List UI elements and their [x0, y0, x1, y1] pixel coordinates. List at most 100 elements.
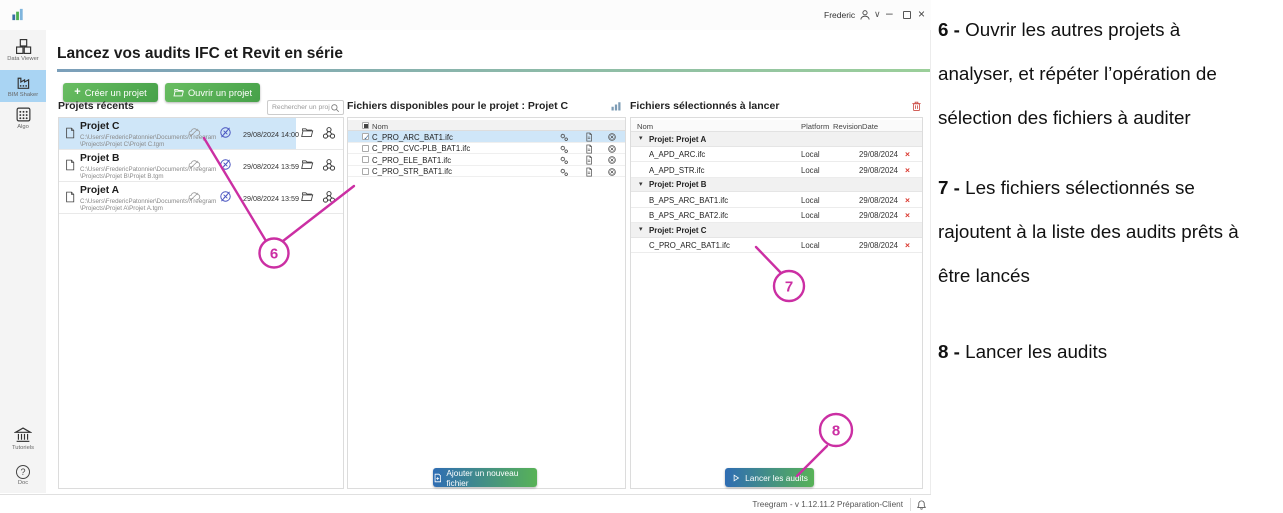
selected-file-row[interactable]: B_APS_ARC_BAT1.ifc Local 29/08/2024 × [631, 192, 922, 208]
project-search[interactable] [267, 100, 344, 115]
gear-circle-icon[interactable] [607, 132, 617, 142]
selected-file-row[interactable]: B_APS_ARC_BAT2.ifc Local 29/08/2024 × [631, 208, 922, 224]
file-icon [64, 190, 76, 204]
group-row-projet-c[interactable]: ▾ Projet: Projet C [631, 223, 922, 238]
cloud-off-icon[interactable] [187, 159, 201, 171]
search-input[interactable] [268, 104, 330, 111]
document-icon[interactable] [584, 132, 594, 142]
sidebar-item-tutoriels[interactable]: Tutoriels [0, 427, 46, 451]
stats-icon[interactable] [610, 100, 622, 112]
document-icon[interactable] [584, 167, 594, 177]
factory-icon [15, 74, 32, 91]
file-row[interactable]: C_PRO_ELE_BAT1.ifc [348, 154, 625, 166]
gears-icon[interactable] [559, 167, 569, 177]
sync-off-icon[interactable] [219, 158, 232, 171]
sync-off-icon[interactable] [219, 190, 232, 203]
cloud-off-icon[interactable] [187, 127, 201, 139]
grid-icon [15, 106, 32, 123]
remove-file-icon[interactable]: × [905, 240, 910, 250]
selected-panel-title: Fichiers sélectionnés à lancer [630, 100, 779, 112]
trash-icon[interactable] [911, 100, 922, 112]
collapse-arrow-icon[interactable]: ▾ [639, 180, 643, 188]
status-divider [910, 498, 911, 511]
open-folder-icon[interactable] [300, 190, 314, 203]
gears-icon[interactable] [559, 155, 569, 165]
project-row-c[interactable]: Projet C C:\Users\FredericPatonnier\Docu… [59, 118, 343, 150]
group-row-projet-a[interactable]: ▾ Projet: Projet A [631, 132, 922, 147]
group-row-projet-b[interactable]: ▾ Projet: Projet B [631, 178, 922, 193]
project-date: 29/08/2024 13:59 [243, 194, 299, 203]
gear-circle-icon[interactable] [607, 155, 617, 165]
remove-file-icon[interactable]: × [905, 210, 910, 220]
add-file-button[interactable]: Ajouter un nouveau fichier [433, 468, 537, 487]
file-row[interactable]: C_PRO_STR_BAT1.ifc [348, 166, 625, 178]
project-row-b[interactable]: Projet B C:\Users\FredericPatonnier\Docu… [59, 150, 343, 182]
remove-file-icon[interactable]: × [905, 149, 910, 159]
sidebar-item-doc[interactable]: ? Doc [0, 465, 46, 486]
file-checkbox[interactable] [362, 156, 369, 163]
user-avatar-icon[interactable] [859, 9, 871, 21]
open-project-button[interactable]: Ouvrir un projet [165, 83, 260, 102]
hierarchy-icon[interactable] [322, 158, 336, 172]
sidebar-item-data-viewer[interactable]: Data Viewer [0, 38, 46, 62]
file-row[interactable]: C_PRO_CVC-PLB_BAT1.ifc [348, 143, 625, 155]
file-row[interactable]: ✓ C_PRO_ARC_BAT1.ifc [348, 131, 625, 143]
launch-audits-button[interactable]: Lancer les audits [725, 468, 814, 487]
files-panel-title: Fichiers disponibles pour le projet : Pr… [347, 100, 568, 112]
file-checkbox[interactable]: ✓ [362, 133, 369, 140]
selected-file-row[interactable]: A_APD_STR.ifc Local 29/08/2024 × [631, 162, 922, 178]
question-icon: ? [16, 465, 30, 479]
maximize-button[interactable] [903, 11, 911, 19]
minimize-button[interactable]: – [886, 6, 893, 20]
project-date: 29/08/2024 14:00 [243, 130, 299, 139]
title-underline [57, 69, 930, 72]
plus-icon: + [74, 87, 80, 98]
open-folder-icon[interactable] [300, 126, 314, 139]
app-window: Frederic ∨ – × Data Viewer BIM Shaker Al… [0, 0, 931, 513]
remove-file-icon[interactable]: × [905, 195, 910, 205]
file-icon [64, 158, 76, 172]
selected-file-row[interactable]: A_APD_ARC.ifc Local 29/08/2024 × [631, 147, 922, 163]
open-folder-icon[interactable] [300, 158, 314, 171]
version-text: Treegram - v 1.12.11.2 Préparation-Clien… [752, 500, 903, 509]
cloud-off-icon[interactable] [187, 191, 201, 203]
document-icon[interactable] [584, 155, 594, 165]
remove-file-icon[interactable]: × [905, 165, 910, 175]
user-name[interactable]: Frederic [824, 10, 855, 20]
sidebar-item-algo[interactable]: Algo [0, 106, 46, 130]
file-icon [64, 126, 76, 140]
bank-icon [14, 427, 32, 444]
selected-file-row[interactable]: C_PRO_ARC_BAT1.ifc Local 29/08/2024 × [631, 238, 922, 254]
status-bar: Treegram - v 1.12.11.2 Préparation-Clien… [0, 494, 931, 513]
project-row-a[interactable]: Projet A C:\Users\FredericPatonnier\Docu… [59, 182, 343, 214]
title-bar: Frederic ∨ – × [0, 0, 931, 30]
document-icon[interactable] [584, 144, 594, 154]
hierarchy-icon[interactable] [322, 190, 336, 204]
collapse-arrow-icon[interactable]: ▾ [639, 134, 643, 142]
file-checkbox[interactable] [362, 145, 369, 152]
gear-circle-icon[interactable] [607, 144, 617, 154]
project-date: 29/08/2024 13:59 [243, 162, 299, 171]
select-all-checkbox[interactable] [362, 122, 369, 129]
gears-icon[interactable] [559, 132, 569, 142]
chevron-down-icon[interactable]: ∨ [874, 9, 881, 20]
folder-open-icon [173, 87, 184, 98]
sync-off-icon[interactable] [219, 126, 232, 139]
close-button[interactable]: × [918, 7, 925, 21]
files-panel: Nom ✓ C_PRO_ARC_BAT1.ifc C_PRO_CVC-PLB_B… [347, 117, 626, 489]
files-table-header: Nom [348, 120, 625, 131]
collapse-arrow-icon[interactable]: ▾ [639, 225, 643, 233]
instruction-7: 7 - Les fichiers sélectionnés se rajoute… [938, 166, 1283, 298]
hierarchy-icon[interactable] [322, 126, 336, 140]
sidebar: Data Viewer BIM Shaker Algo Tutoriels ? … [0, 30, 46, 493]
search-icon[interactable] [330, 103, 340, 113]
projects-panel: Projet C C:\Users\FredericPatonnier\Docu… [58, 117, 344, 489]
sidebar-item-bim-shaker[interactable]: BIM Shaker [0, 70, 46, 102]
selected-table-header: Nom Platform Revision Date [631, 120, 922, 132]
selected-files-panel: Nom Platform Revision Date ▾ Projet: Pro… [630, 117, 923, 489]
gears-icon[interactable] [559, 144, 569, 154]
play-icon [731, 473, 741, 483]
bell-icon[interactable] [916, 499, 927, 511]
gear-circle-icon[interactable] [607, 167, 617, 177]
file-checkbox[interactable] [362, 168, 369, 175]
